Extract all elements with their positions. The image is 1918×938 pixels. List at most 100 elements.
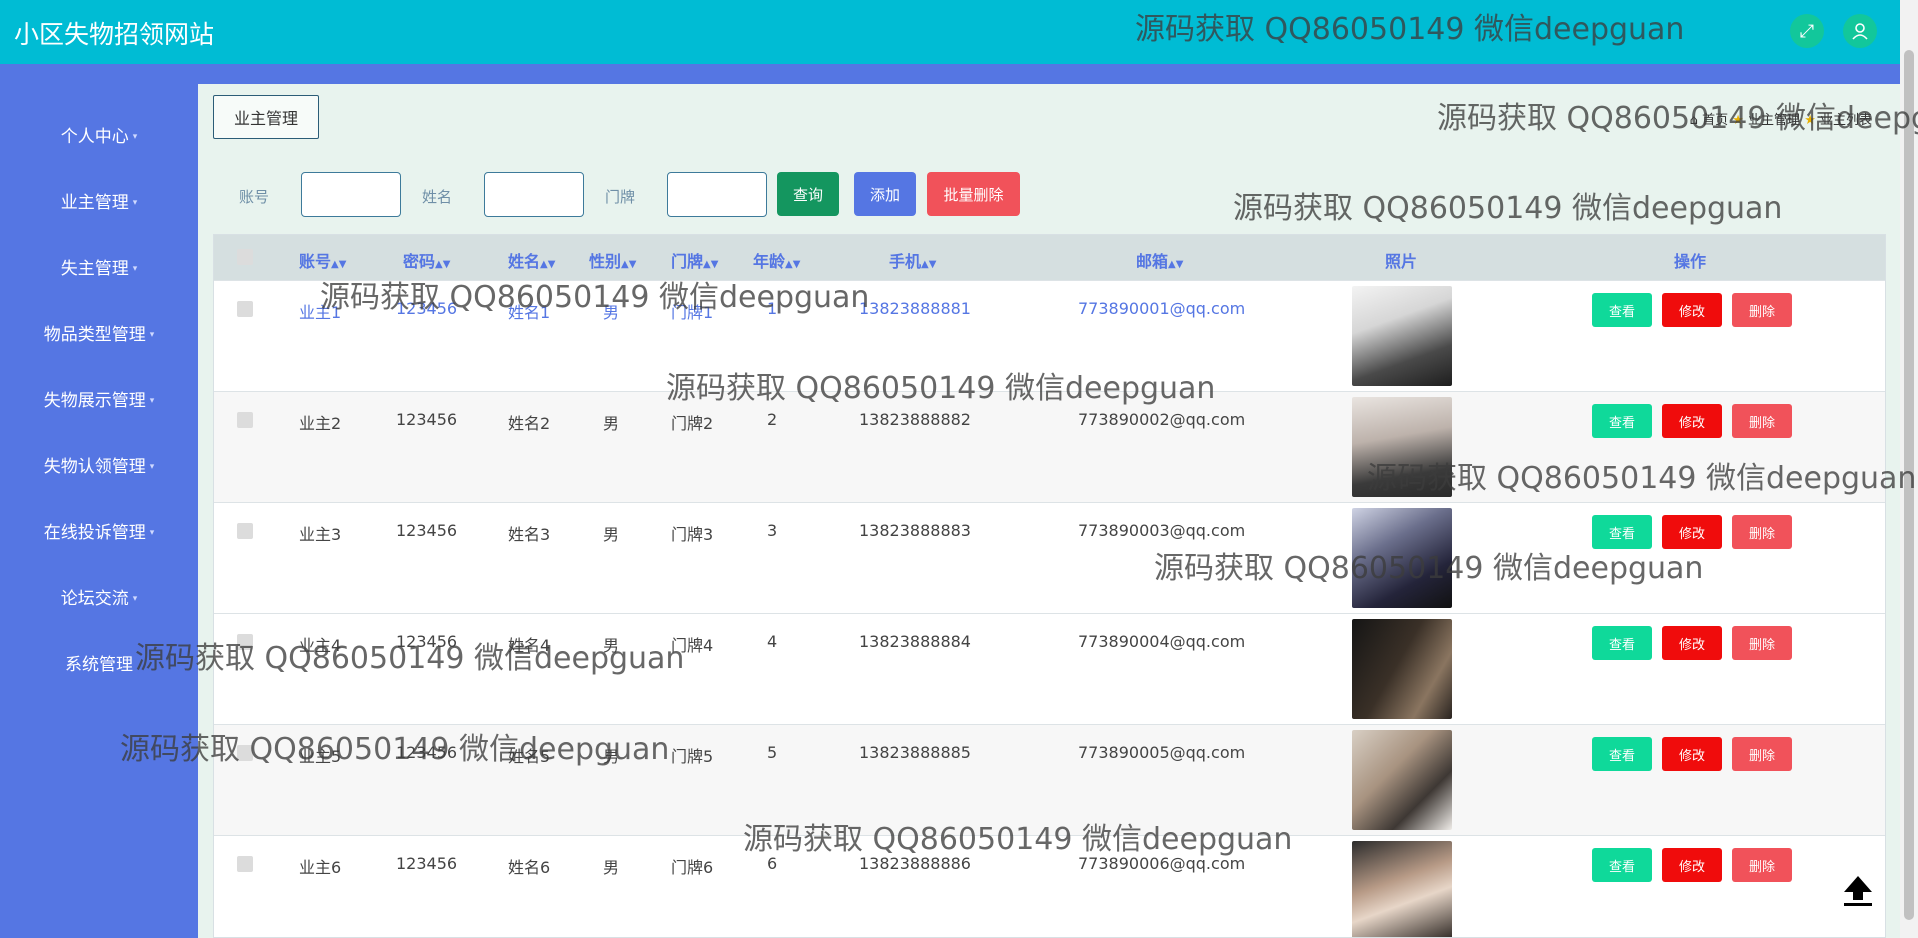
edit-button[interactable]: 修改 <box>1662 848 1722 882</box>
table-row: 业主6 123456 姓名6 男 门牌6 6 13823888886 77389… <box>214 835 1885 937</box>
column-header-account[interactable]: 账号▲▼ <box>299 248 346 272</box>
batch-delete-button[interactable]: 批量删除 <box>927 172 1020 216</box>
column-header-name[interactable]: 姓名▲▼ <box>508 248 555 272</box>
add-button[interactable]: 添加 <box>854 172 916 216</box>
row-checkbox[interactable] <box>237 412 253 428</box>
row-checkbox[interactable] <box>237 523 253 539</box>
view-button[interactable]: 查看 <box>1592 404 1652 438</box>
column-header-age[interactable]: 年龄▲▼ <box>753 248 800 272</box>
cell-door: 门牌6 <box>671 858 714 877</box>
sidebar-item-lost-display[interactable]: 失物展示管理 ▾ <box>0 386 198 411</box>
cell-gender: 男 <box>603 636 620 655</box>
cell-name: 姓名2 <box>508 414 551 433</box>
sidebar-item-profile[interactable]: 个人中心 ▾ <box>0 122 198 147</box>
select-all-checkbox[interactable] <box>237 249 253 265</box>
caret-down-icon: ▾ <box>149 462 155 472</box>
cell-age: 5 <box>767 743 778 762</box>
delete-button[interactable]: 删除 <box>1732 515 1792 549</box>
delete-button[interactable]: 删除 <box>1732 626 1792 660</box>
sidebar-item-complaints[interactable]: 在线投诉管理 ▾ <box>0 518 198 543</box>
back-to-top-icon[interactable] <box>1838 872 1878 912</box>
column-label: 手机 <box>889 252 922 271</box>
cell-account: 业主6 <box>299 858 342 877</box>
account-input[interactable] <box>301 172 401 217</box>
tab-owner-management[interactable]: 业主管理 <box>213 95 319 139</box>
delete-button[interactable]: 删除 <box>1732 404 1792 438</box>
watermark-text: 源码获取 QQ86050149 微信deepguan <box>1233 191 1783 226</box>
cell-phone: 13823888881 <box>859 299 971 318</box>
user-icon[interactable] <box>1843 14 1877 48</box>
column-header-door[interactable]: 门牌▲▼ <box>671 248 718 272</box>
top-header: 小区失物招领网站 ⤢ <box>0 0 1900 64</box>
caret-down-icon: ▾ <box>132 132 138 142</box>
column-label: 密码 <box>403 252 436 271</box>
edit-button[interactable]: 修改 <box>1662 293 1722 327</box>
breadcrumb-home[interactable]: 首页 <box>1702 113 1728 128</box>
cell-account: 业主4 <box>299 636 342 655</box>
column-label: 姓名 <box>508 252 541 271</box>
column-header-email[interactable]: 邮箱▲▼ <box>1136 248 1183 272</box>
cell-email: 773890001@qq.com <box>1078 299 1246 318</box>
delete-button[interactable]: 删除 <box>1732 848 1792 882</box>
table-row: 业主3 123456 姓名3 男 门牌3 3 13823888883 77389… <box>214 502 1885 613</box>
caret-down-icon: ▾ <box>149 330 155 340</box>
sidebar: 个人中心 ▾ 业主管理 ▾ 失主管理 ▾ 物品类型管理 ▾ 失物展示管理 ▾ 失物认领管理… <box>0 64 198 938</box>
cell-name: 姓名3 <box>508 525 551 544</box>
breadcrumb-section[interactable]: 业主管理 <box>1748 113 1800 128</box>
column-header-password[interactable]: 密码▲▼ <box>403 248 450 272</box>
sort-icon: ▲▼ <box>921 259 937 270</box>
view-button[interactable]: 查看 <box>1592 737 1652 771</box>
sidebar-item-label: 物品类型管理 <box>43 325 146 345</box>
edit-button[interactable]: 修改 <box>1662 515 1722 549</box>
view-button[interactable]: 查看 <box>1592 515 1652 549</box>
column-header-gender[interactable]: 性别▲▼ <box>589 248 636 272</box>
edit-button[interactable]: 修改 <box>1662 626 1722 660</box>
cell-name: 姓名5 <box>508 747 551 766</box>
page-scrollbar[interactable] <box>1900 0 1918 938</box>
row-checkbox[interactable] <box>237 856 253 872</box>
caret-down-icon: ▾ <box>149 396 155 406</box>
row-checkbox[interactable] <box>237 745 253 761</box>
cell-gender: 男 <box>603 858 620 877</box>
caret-down-icon: ▾ <box>132 198 138 208</box>
cell-account: 业主3 <box>299 525 342 544</box>
sidebar-item-label: 失物认领管理 <box>43 457 146 477</box>
cell-door: 门牌2 <box>671 414 714 433</box>
query-button[interactable]: 查询 <box>777 172 839 216</box>
cell-password: 123456 <box>396 521 458 540</box>
view-button[interactable]: 查看 <box>1592 626 1652 660</box>
edit-button[interactable]: 修改 <box>1662 737 1722 771</box>
column-label: 年龄 <box>753 252 786 271</box>
cell-email: 773890006@qq.com <box>1078 854 1246 873</box>
cell-phone: 13823888885 <box>859 743 971 762</box>
sort-icon: ▲▼ <box>331 259 347 270</box>
cell-age: 4 <box>767 632 778 651</box>
cell-door: 门牌1 <box>671 303 714 322</box>
cell-age: 2 <box>767 410 778 429</box>
view-button[interactable]: 查看 <box>1592 848 1652 882</box>
sidebar-item-owner-management[interactable]: 业主管理 ▾ <box>0 188 198 213</box>
owner-photo <box>1352 841 1452 937</box>
cell-password: 123456 <box>396 743 458 762</box>
sidebar-item-loser-management[interactable]: 失主管理 ▾ <box>0 254 198 279</box>
edit-button[interactable]: 修改 <box>1662 404 1722 438</box>
cell-gender: 男 <box>603 525 620 544</box>
delete-button[interactable]: 删除 <box>1732 737 1792 771</box>
sidebar-item-lost-claim[interactable]: 失物认领管理 ▾ <box>0 452 198 477</box>
owner-photo <box>1352 508 1452 608</box>
sidebar-item-forum[interactable]: 论坛交流 ▾ <box>0 584 198 609</box>
scroll-thumb[interactable] <box>1904 50 1914 920</box>
delete-button[interactable]: 删除 <box>1732 293 1792 327</box>
home-icon: ⌂ <box>1689 113 1698 128</box>
breadcrumb: ⌂ 首页 ★ 业主管理 ★ 业主列表 <box>1690 109 1872 128</box>
column-header-phone[interactable]: 手机▲▼ <box>889 248 936 272</box>
view-button[interactable]: 查看 <box>1592 293 1652 327</box>
sidebar-item-system[interactable]: 系统管理 <box>0 650 198 675</box>
sidebar-item-item-type[interactable]: 物品类型管理 ▾ <box>0 320 198 345</box>
fullscreen-icon[interactable]: ⤢ <box>1790 14 1824 48</box>
row-checkbox[interactable] <box>237 301 253 317</box>
cell-gender: 男 <box>603 303 620 322</box>
door-input[interactable] <box>667 172 767 217</box>
row-checkbox[interactable] <box>237 634 253 650</box>
name-input[interactable] <box>484 172 584 217</box>
